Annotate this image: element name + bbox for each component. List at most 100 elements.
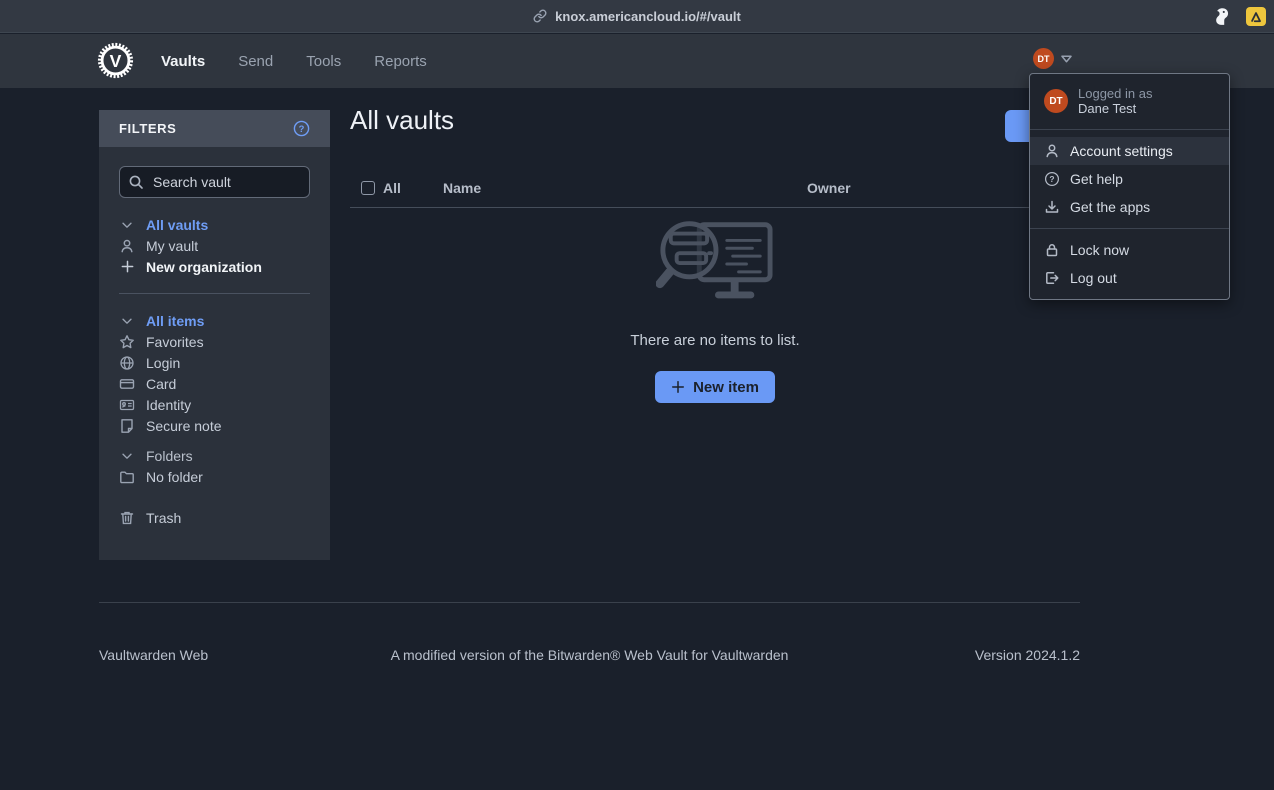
group-label: Folders (146, 448, 193, 464)
extension-icon[interactable] (1246, 7, 1266, 26)
sidebar-item-favorites[interactable]: Favorites (119, 331, 310, 352)
url-box[interactable]: knox.americancloud.io/#/vault (533, 9, 741, 24)
browser-icons (1211, 0, 1266, 33)
logout-icon (1044, 270, 1060, 286)
item-label: New organization (146, 259, 262, 275)
note-icon (119, 418, 135, 434)
new-item-button[interactable]: New item (655, 371, 775, 403)
account-menu: DT Logged in as Dane Test Account settin… (1029, 73, 1230, 300)
search-input[interactable] (119, 166, 310, 198)
sidebar-divider (119, 293, 310, 294)
vaultwarden-logo-icon[interactable]: V (97, 42, 134, 79)
plus-icon (119, 259, 135, 275)
main-content: All vaults New All Name Owner (350, 105, 1080, 208)
column-header-name[interactable]: Name (443, 180, 481, 196)
trash-icon (119, 510, 135, 526)
menu-item-label: Log out (1070, 270, 1117, 286)
svg-text:V: V (110, 51, 122, 71)
item-label: Card (146, 376, 176, 392)
sidebar-group-all-items[interactable]: All items (119, 310, 310, 331)
menu-section-session: Lock now Log out (1030, 229, 1229, 299)
sidebar-item-no-folder[interactable]: No folder (119, 466, 310, 487)
avatar[interactable]: DT (1033, 48, 1054, 69)
search-wrap (119, 166, 310, 198)
sidebar-item-my-vault[interactable]: My vault (119, 235, 310, 256)
column-header-all[interactable]: All (383, 180, 401, 196)
menu-section-main: Account settings ? Get help Get the apps (1030, 130, 1229, 228)
item-label: Trash (146, 510, 181, 526)
nav-links: Vaults Send Tools Reports (161, 53, 427, 70)
nav-item-tools[interactable]: Tools (306, 53, 341, 70)
sidebar-item-secure-note[interactable]: Secure note (119, 415, 310, 436)
question-circle-icon: ? (1044, 171, 1060, 187)
sidebar-item-new-organization[interactable]: New organization (119, 256, 310, 277)
item-label: My vault (146, 238, 198, 254)
avatar: DT (1044, 89, 1068, 113)
sidebar-item-identity[interactable]: Identity (119, 394, 310, 415)
person-icon (1044, 143, 1060, 159)
item-label: No folder (146, 469, 203, 485)
menu-item-account-settings[interactable]: Account settings (1030, 137, 1229, 165)
menu-item-get-help[interactable]: ? Get help (1030, 165, 1229, 193)
empty-state-illustration (656, 220, 774, 310)
menu-item-label: Get the apps (1070, 199, 1150, 215)
page-title: All vaults (350, 105, 1080, 136)
sidebar-item-card[interactable]: Card (119, 373, 310, 394)
menu-item-lock-now[interactable]: Lock now (1030, 236, 1229, 264)
url-text: knox.americancloud.io/#/vault (555, 9, 741, 24)
svg-text:?: ? (299, 124, 305, 135)
screen: knox.americancloud.io/#/vault (0, 0, 1274, 790)
menu-item-label: Lock now (1070, 242, 1129, 258)
footer-description: A modified version of the Bitwarden® Web… (99, 647, 1080, 663)
sidebar-group-all-vaults[interactable]: All vaults (119, 214, 310, 235)
new-item-button-label: New item (693, 379, 759, 396)
search-icon (128, 174, 144, 190)
filters-body: All vaults My vault New organization A (99, 147, 330, 528)
empty-state: There are no items to list. New item (350, 220, 1080, 403)
nav-item-vaults[interactable]: Vaults (161, 53, 205, 70)
id-card-icon (119, 397, 135, 413)
chevron-down-icon (119, 217, 135, 233)
person-icon (119, 238, 135, 254)
duck-icon[interactable] (1211, 6, 1232, 27)
chevron-down-icon (119, 448, 135, 464)
chevron-down-icon (119, 313, 135, 329)
spacer (119, 487, 310, 507)
item-label: Secure note (146, 418, 222, 434)
account-menu-header: DT Logged in as Dane Test (1030, 74, 1229, 129)
sidebar-item-trash[interactable]: Trash (119, 507, 310, 528)
nav-item-reports[interactable]: Reports (374, 53, 427, 70)
link-icon (533, 9, 547, 23)
sidebar-group-folders[interactable]: Folders (119, 445, 310, 466)
globe-icon (119, 355, 135, 371)
lock-icon (1044, 242, 1060, 258)
credit-card-icon (119, 376, 135, 392)
sidebar-item-login[interactable]: Login (119, 352, 310, 373)
user-name: Dane Test (1078, 101, 1152, 116)
account-menu-trigger[interactable]: DT (1033, 48, 1274, 69)
column-header-owner[interactable]: Owner (807, 180, 851, 196)
menu-item-log-out[interactable]: Log out (1030, 264, 1229, 292)
footer-version: Version 2024.1.2 (975, 647, 1080, 663)
chevron-down-icon (1060, 54, 1073, 64)
help-question-circle-icon[interactable]: ? (293, 120, 310, 137)
item-label: Login (146, 355, 180, 371)
select-all-checkbox[interactable] (361, 181, 375, 195)
table-header: All Name Owner (350, 178, 1080, 208)
nav-item-send[interactable]: Send (238, 53, 273, 70)
spacer (119, 436, 310, 445)
filters-header: FILTERS ? (99, 110, 330, 147)
group-label: All items (146, 313, 204, 329)
footer: Vaultwarden Web A modified version of th… (99, 602, 1080, 665)
filters-title: FILTERS (119, 121, 176, 136)
group-label: All vaults (146, 217, 208, 233)
menu-item-get-the-apps[interactable]: Get the apps (1030, 193, 1229, 221)
download-icon (1044, 199, 1060, 215)
svg-text:?: ? (1049, 174, 1054, 184)
star-icon (119, 334, 135, 350)
item-label: Identity (146, 397, 191, 413)
empty-message: There are no items to list. (630, 332, 799, 349)
folder-icon (119, 469, 135, 485)
menu-item-label: Account settings (1070, 143, 1173, 159)
logged-in-as-label: Logged in as (1078, 86, 1152, 101)
